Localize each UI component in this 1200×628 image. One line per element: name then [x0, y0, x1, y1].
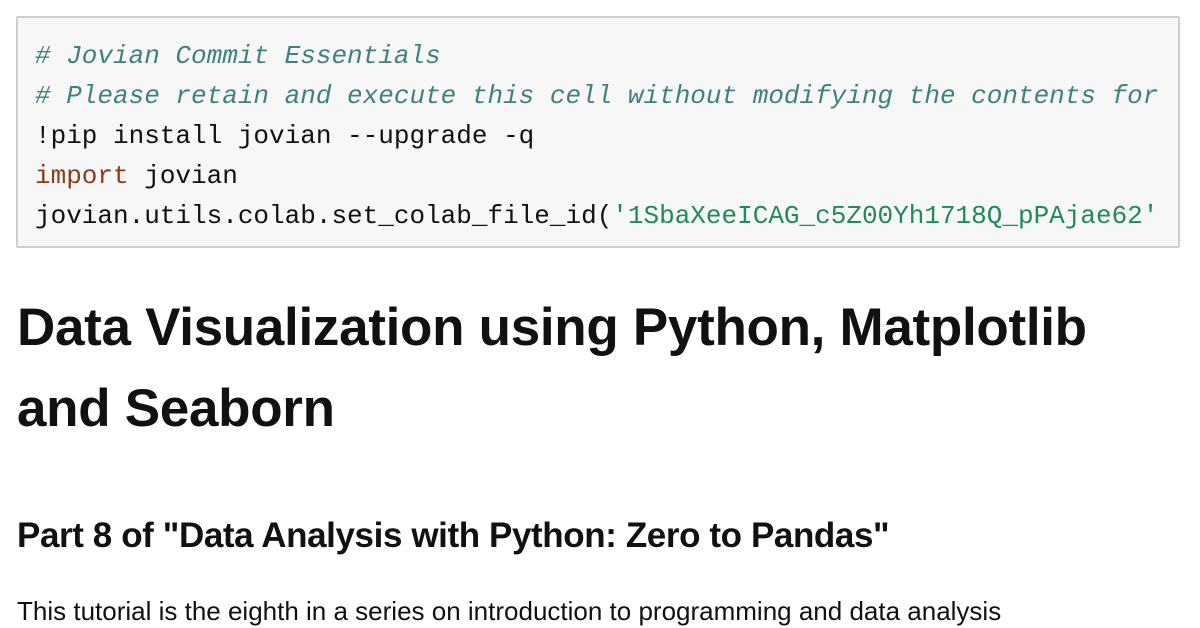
code-string: '1SbaXeeICAG_c5Z00Yh1718Q_pPAjae62' — [612, 201, 1159, 231]
page-title: Data Visualization using Python, Matplot… — [17, 298, 1087, 438]
code-line-2: # Please retain and execute this cell wi… — [35, 76, 1158, 116]
code-line-1: # Jovian Commit Essentials — [35, 36, 1158, 76]
code-text: jovian.utils.colab.set_colab_file_id( — [35, 201, 613, 231]
code-text: jovian — [128, 161, 238, 191]
code-line-3: !pip install jovian --upgrade -q — [35, 116, 1158, 156]
code-line-5: jovian.utils.colab.set_colab_file_id('1S… — [35, 196, 1158, 236]
code-keyword: import — [35, 161, 129, 191]
code-text: !pip install jovian --upgrade -q — [35, 121, 535, 151]
code-cell[interactable]: # Jovian Commit Essentials # Please retai… — [16, 16, 1180, 248]
code-comment: # Please retain and execute this cell wi… — [35, 81, 1159, 111]
intro-paragraph: This tutorial is the eighth in a series … — [17, 596, 1002, 626]
code-editor[interactable]: # Jovian Commit Essentials # Please retai… — [35, 36, 1158, 236]
page-subtitle: Part 8 of "Data Analysis with Python: Ze… — [17, 516, 890, 555]
code-line-4: import jovian — [35, 156, 1158, 196]
code-comment: # Jovian Commit Essentials — [35, 41, 441, 71]
notebook: # Jovian Commit Essentials # Please retai… — [0, 0, 1200, 628]
